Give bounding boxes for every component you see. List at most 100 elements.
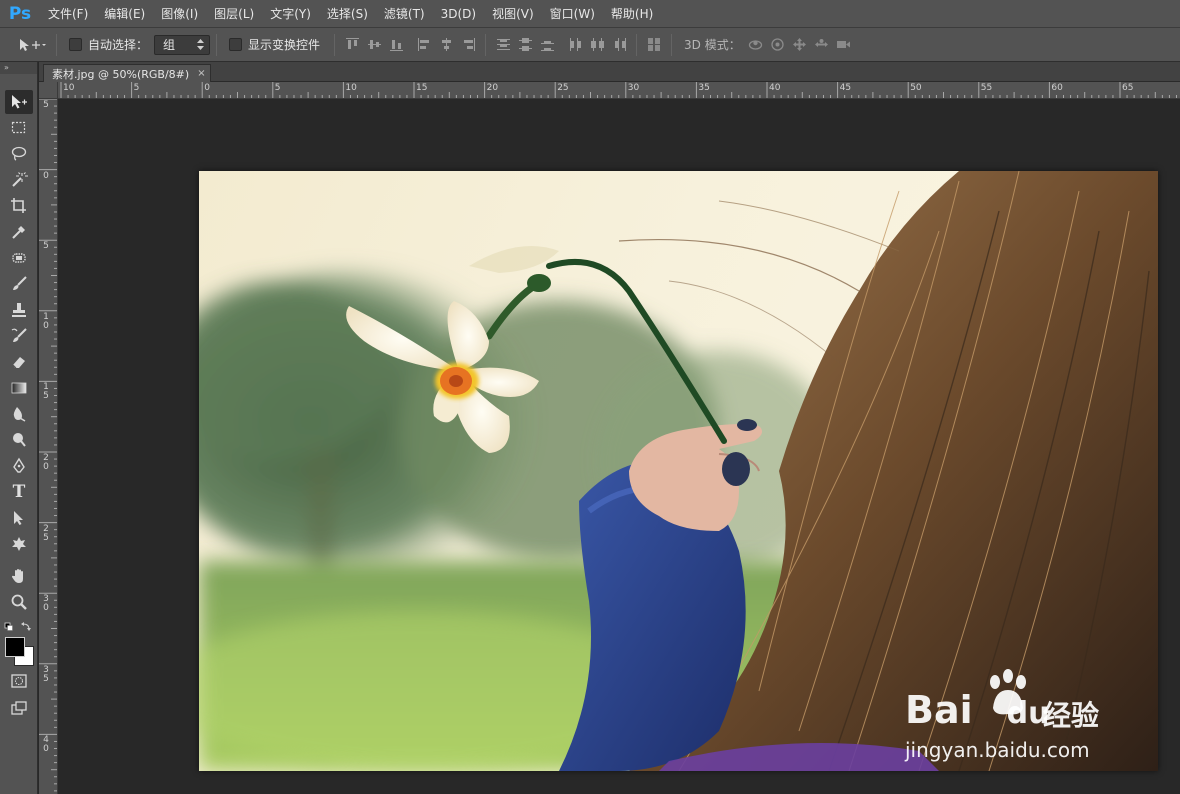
3d-orbit-icon[interactable] — [745, 34, 767, 56]
hand-tool[interactable] — [5, 564, 33, 588]
distribute-vcenter-icon[interactable] — [514, 34, 536, 56]
type-tool-glyph: T — [12, 482, 26, 502]
distribute-right-icon[interactable] — [608, 34, 630, 56]
path-selection-tool[interactable] — [5, 506, 33, 530]
ruler-h-label: 40 — [769, 83, 781, 93]
show-transform-checkbox[interactable] — [229, 38, 243, 51]
menu-image[interactable]: 图像(I) — [153, 0, 206, 28]
healing-brush-tool[interactable] — [5, 246, 33, 270]
3d-pan-icon[interactable] — [789, 34, 811, 56]
separator — [56, 33, 57, 56]
align-right-icon[interactable] — [457, 34, 479, 56]
menu-filter[interactable]: 滤镜(T) — [376, 0, 433, 28]
separator — [216, 33, 218, 56]
vertical-ruler[interactable]: 5 0 5 10 15 20 25 30 35 40 — [39, 99, 58, 794]
ruler-h-label: 15 — [416, 83, 428, 93]
ruler-v-label: 15 — [43, 382, 49, 402]
ruler-v-label: 0 — [43, 170, 49, 181]
pen-tool[interactable] — [5, 454, 33, 478]
distribute-left-icon[interactable] — [564, 34, 586, 56]
watermark-brand: Bai du — [905, 688, 1050, 732]
ruler-v-label: 40 — [43, 735, 49, 755]
menu-edit[interactable]: 编辑(E) — [96, 0, 153, 28]
separator — [334, 33, 336, 56]
magic-wand-tool[interactable] — [5, 168, 33, 192]
vertical-ruler-ticks — [39, 99, 57, 792]
menu-window[interactable]: 窗口(W) — [542, 0, 603, 28]
ruler-origin[interactable] — [39, 82, 58, 99]
custom-shape-tool[interactable] — [5, 532, 33, 556]
align-hcenter-icon[interactable] — [435, 34, 457, 56]
blur-tool[interactable] — [5, 402, 33, 426]
history-brush-tool[interactable] — [5, 324, 33, 348]
separator — [671, 33, 673, 56]
menu-layer[interactable]: 图层(L) — [206, 0, 262, 28]
ruler-v-label: 35 — [43, 664, 49, 684]
ps-logo: Ps — [8, 3, 32, 24]
eyedropper-tool[interactable] — [5, 220, 33, 244]
align-bottom-icon[interactable] — [385, 34, 407, 56]
crop-tool[interactable] — [5, 194, 33, 218]
ruler-v-label: 25 — [43, 523, 49, 543]
ruler-v-label: 5 — [43, 241, 49, 252]
menu-3d[interactable]: 3D(D) — [433, 0, 484, 28]
auto-select-checkbox[interactable] — [69, 38, 82, 51]
clone-stamp-tool[interactable] — [5, 298, 33, 322]
ruler-h-label: 60 — [1051, 83, 1063, 93]
distribute-hcenter-icon[interactable] — [586, 34, 608, 56]
3d-scale-camera-icon[interactable] — [833, 34, 855, 56]
distribute-bottom-icon[interactable] — [536, 34, 558, 56]
marquee-tool[interactable] — [5, 116, 33, 140]
tools-panel-collapse[interactable]: » — [0, 62, 37, 74]
menu-file[interactable]: 文件(F) — [40, 0, 96, 28]
ruler-h-label: 65 — [1122, 83, 1134, 93]
ruler-h-label: 25 — [557, 83, 569, 93]
align-left-icon[interactable] — [413, 34, 435, 56]
auto-align-layers-icon[interactable] — [643, 34, 665, 56]
horizontal-ruler[interactable]: 10 5 0 5 10 15 20 25 30 35 40 45 50 55 60 65 — [58, 82, 1180, 99]
show-transform-label: 显示变换控件 — [248, 38, 321, 52]
close-icon[interactable]: × — [197, 68, 205, 79]
foreground-color-swatch[interactable] — [5, 637, 25, 657]
3d-roll-icon[interactable] — [767, 34, 789, 56]
lasso-tool[interactable] — [5, 142, 33, 166]
ruler-h-label: 0 — [204, 83, 210, 93]
align-top-icon[interactable] — [341, 34, 363, 56]
ruler-h-label: 10 — [63, 83, 75, 93]
watermark-url: jingyan.baidu.com — [905, 738, 1090, 762]
ruler-v-label: 20 — [43, 453, 49, 472]
document-tab-title: 素材.jpg @ 50%(RGB/8#) — [52, 67, 190, 81]
move-tool-preset-icon[interactable] — [14, 34, 50, 56]
zoom-tool[interactable] — [5, 590, 33, 614]
brush-tool[interactable] — [5, 272, 33, 296]
swatch-controls — [4, 618, 34, 631]
type-tool[interactable]: T — [5, 480, 33, 504]
menu-type[interactable]: 文字(Y) — [262, 0, 319, 28]
ruler-h-label: 20 — [486, 83, 499, 93]
menu-select[interactable]: 选择(S) — [319, 0, 376, 28]
tools-panel: » T — [0, 62, 38, 794]
auto-select-dropdown[interactable]: 组 — [154, 34, 211, 55]
separator — [636, 33, 638, 56]
ruler-h-label: 35 — [698, 83, 710, 93]
dodge-tool[interactable] — [5, 428, 33, 452]
ruler-h-label: 5 — [274, 83, 281, 93]
ruler-h-label: 30 — [627, 83, 640, 93]
menu-help[interactable]: 帮助(H) — [603, 0, 661, 28]
document-tab[interactable]: 素材.jpg @ 50%(RGB/8#) × — [43, 64, 211, 82]
menu-view[interactable]: 视图(V) — [484, 0, 542, 28]
gradient-tool[interactable] — [5, 376, 33, 400]
eraser-tool[interactable] — [5, 350, 33, 374]
ruler-v-label: 5 — [43, 100, 49, 110]
align-vcenter-icon[interactable] — [363, 34, 385, 56]
move-tool[interactable] — [5, 90, 33, 114]
3d-slide-icon[interactable] — [811, 34, 833, 56]
ruler-v-label: 10 — [43, 311, 49, 331]
spinner-icon — [197, 39, 205, 50]
distribute-top-icon[interactable] — [492, 34, 514, 56]
auto-select-label: 自动选择： — [88, 38, 149, 52]
3d-mode-label: 3D 模式： — [684, 38, 741, 52]
auto-select-value: 组 — [163, 38, 176, 52]
screen-mode-tool[interactable] — [5, 696, 33, 720]
quick-mask-tool[interactable] — [5, 669, 33, 693]
